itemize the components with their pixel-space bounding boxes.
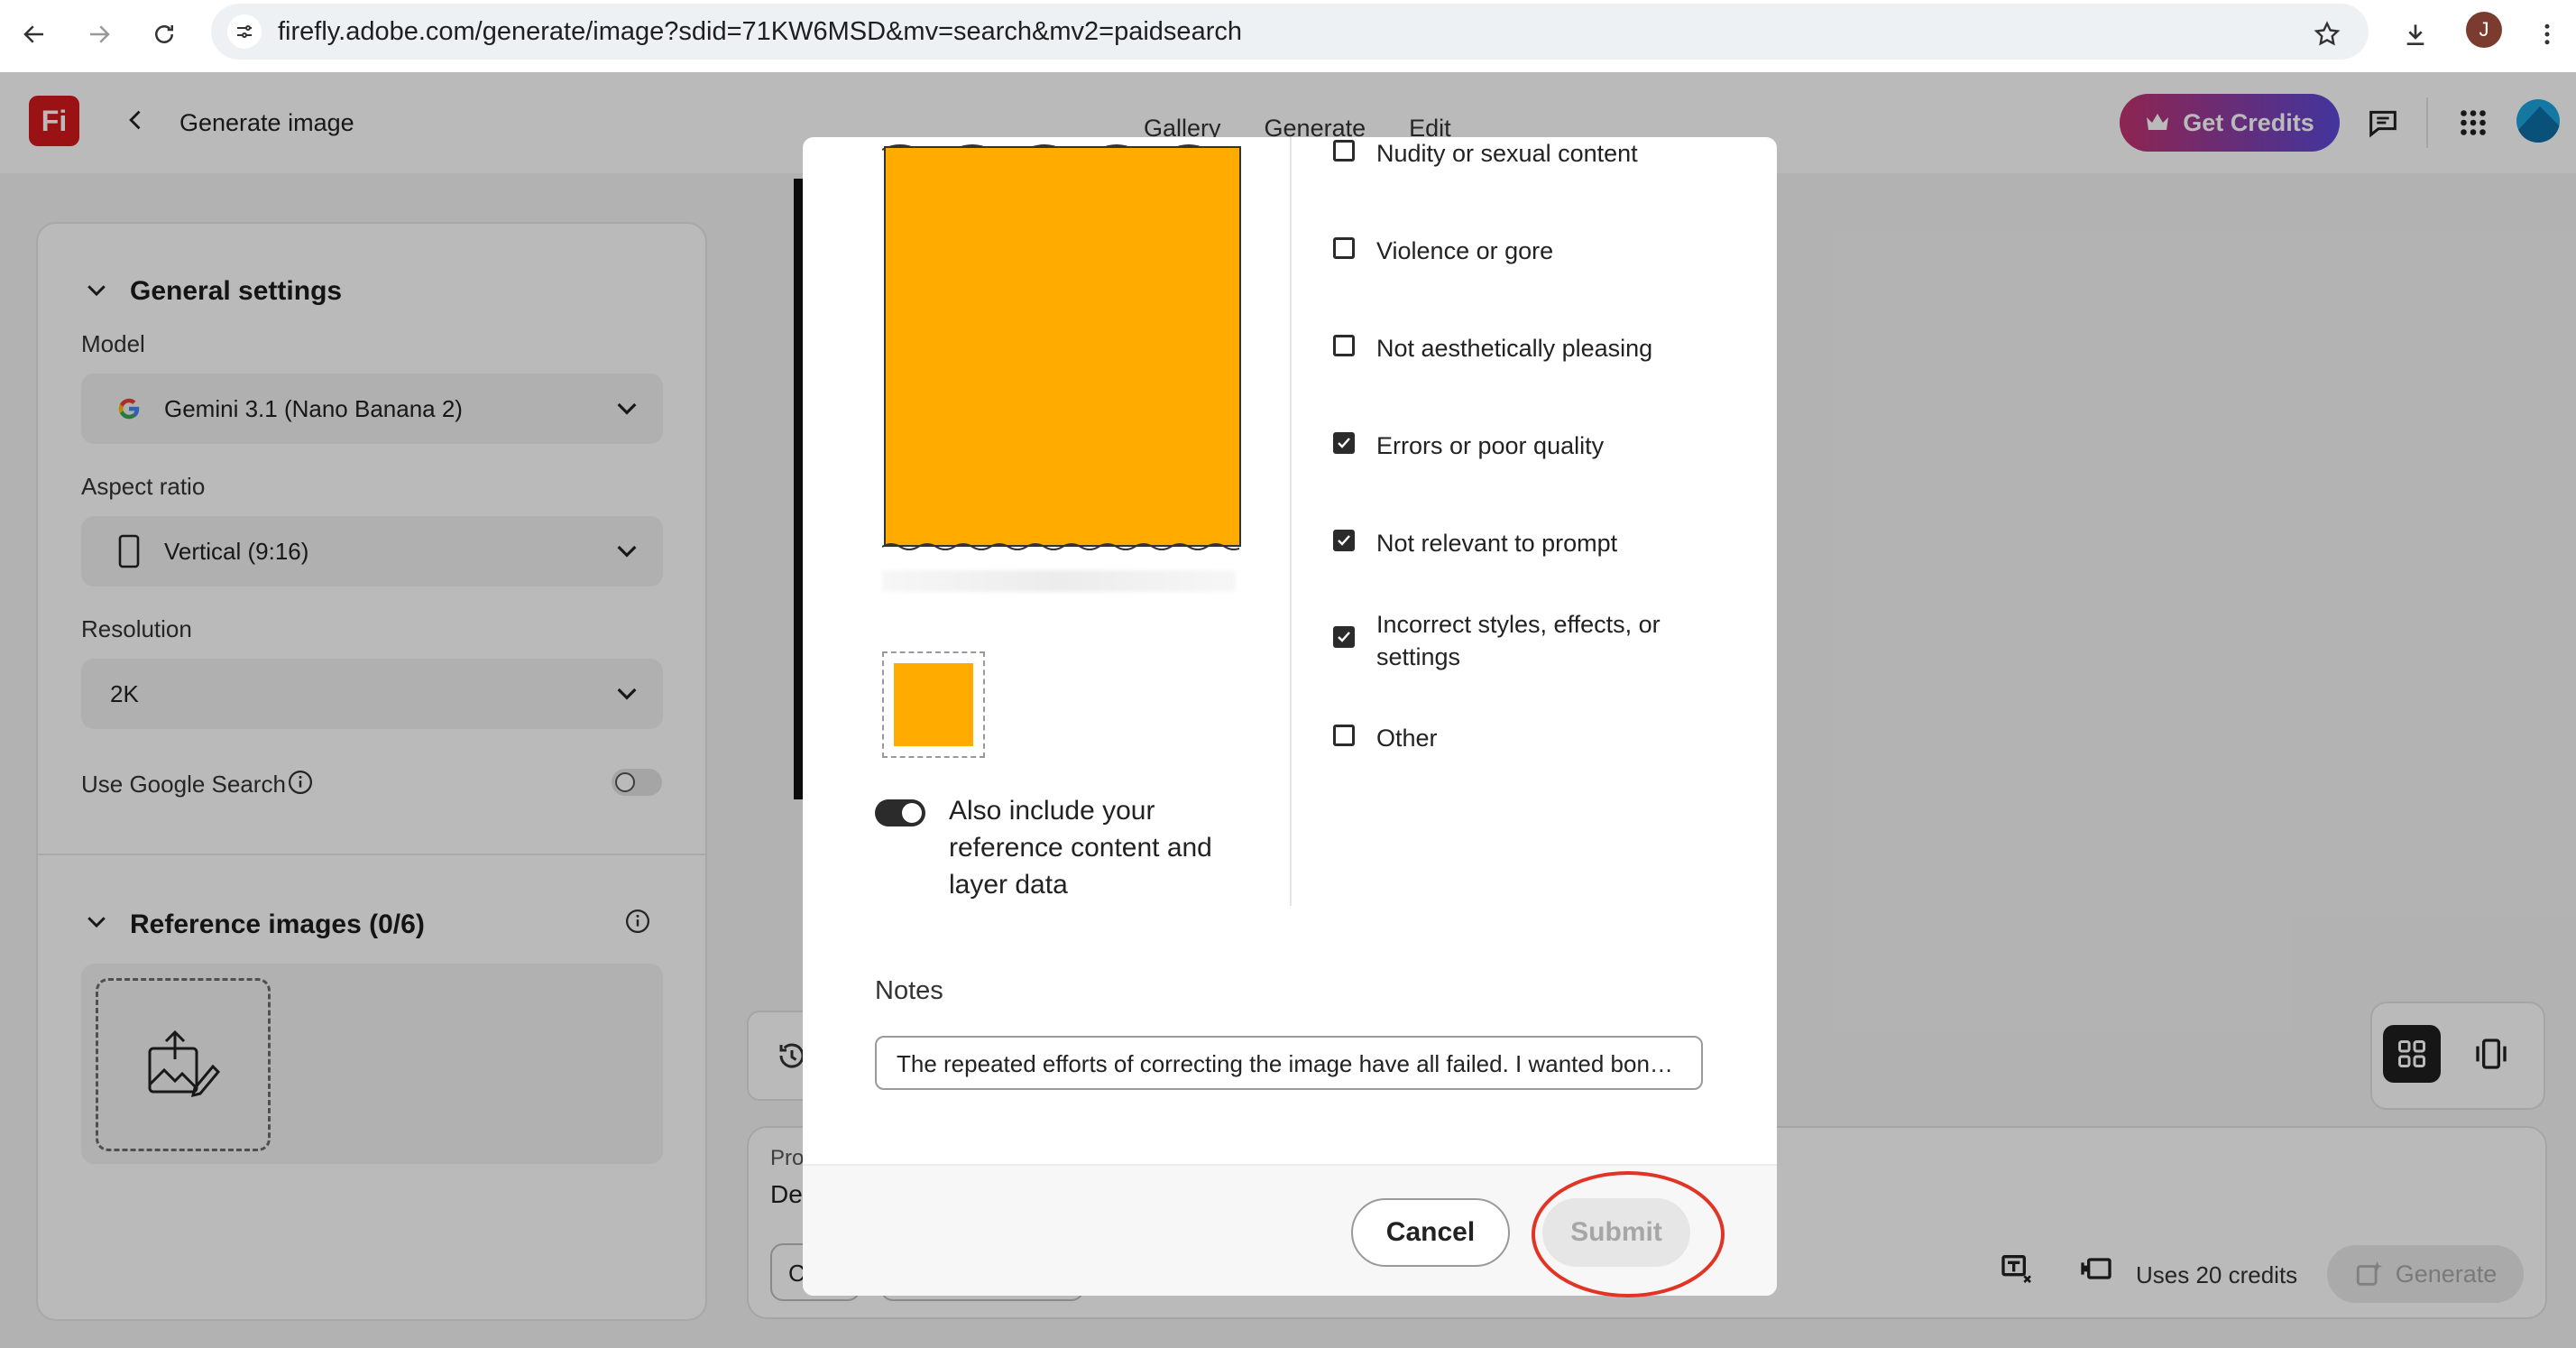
line-art-edge bbox=[882, 543, 1239, 550]
checkbox-checked[interactable] bbox=[1333, 626, 1355, 648]
feedback-image-preview bbox=[882, 144, 1241, 552]
checkmark-icon bbox=[1338, 632, 1350, 642]
checkbox-unchecked[interactable] bbox=[1333, 140, 1355, 162]
download-icon[interactable] bbox=[2394, 13, 2437, 56]
include-reference-toggle[interactable] bbox=[875, 799, 925, 826]
notes-label: Notes bbox=[875, 976, 943, 1005]
option-other[interactable]: Other bbox=[1333, 722, 1674, 754]
checkmark-icon bbox=[1338, 535, 1350, 546]
browser-profile-avatar[interactable]: J bbox=[2466, 12, 2502, 48]
checkbox-checked[interactable] bbox=[1333, 432, 1355, 454]
option-label: Nudity or sexual content bbox=[1376, 140, 1638, 167]
reload-icon[interactable] bbox=[143, 13, 186, 56]
checkbox-unchecked[interactable] bbox=[1333, 237, 1355, 259]
option-nudity[interactable]: Nudity or sexual content bbox=[1333, 137, 1674, 170]
site-settings-icon[interactable] bbox=[227, 14, 262, 49]
option-label: Incorrect styles, effects, or settings bbox=[1376, 611, 1661, 670]
browser-menu-icon[interactable] bbox=[2525, 13, 2569, 56]
option-label: Violence or gore bbox=[1376, 237, 1554, 264]
feedback-dialog: Also include your reference content and … bbox=[803, 137, 1777, 1296]
option-label: Other bbox=[1376, 725, 1438, 752]
reference-thumbnail bbox=[882, 651, 985, 758]
address-bar[interactable]: firefly.adobe.com/generate/image?sdid=71… bbox=[211, 4, 2369, 60]
option-incorrect-styles[interactable]: Incorrect styles, effects, or settings bbox=[1333, 608, 1674, 673]
browser-toolbar: firefly.adobe.com/generate/image?sdid=71… bbox=[0, 0, 2576, 73]
option-label: Not relevant to prompt bbox=[1376, 530, 1618, 557]
option-label: Errors or poor quality bbox=[1376, 432, 1605, 459]
option-label: Not aesthetically pleasing bbox=[1376, 335, 1653, 362]
cancel-button[interactable]: Cancel bbox=[1351, 1198, 1510, 1267]
notes-input[interactable]: The repeated efforts of correcting the i… bbox=[875, 1036, 1703, 1090]
checkmark-icon bbox=[1338, 438, 1350, 448]
checkbox-unchecked[interactable] bbox=[1333, 335, 1355, 356]
orange-image-fill bbox=[884, 146, 1241, 547]
option-not-aesthetic[interactable]: Not aesthetically pleasing bbox=[1333, 332, 1674, 365]
checkbox-checked[interactable] bbox=[1333, 530, 1355, 551]
orange-thumbnail-fill bbox=[894, 663, 973, 746]
option-errors-quality[interactable]: Errors or poor quality bbox=[1333, 429, 1674, 462]
submit-highlight-annotation bbox=[1532, 1171, 1725, 1297]
image-caption-blurred bbox=[882, 570, 1236, 592]
option-violence[interactable]: Violence or gore bbox=[1333, 235, 1674, 267]
checkbox-unchecked[interactable] bbox=[1333, 725, 1355, 746]
back-arrow-icon[interactable] bbox=[13, 13, 56, 56]
toggle-knob bbox=[902, 803, 922, 823]
forward-arrow-icon[interactable] bbox=[78, 13, 121, 56]
modal-column-divider bbox=[1290, 137, 1292, 906]
url-text: firefly.adobe.com/generate/image?sdid=71… bbox=[278, 17, 1242, 46]
option-not-relevant[interactable]: Not relevant to prompt bbox=[1333, 527, 1674, 559]
bookmark-star-icon[interactable] bbox=[2305, 13, 2349, 56]
include-reference-label: Also include your reference content and … bbox=[949, 796, 1212, 900]
